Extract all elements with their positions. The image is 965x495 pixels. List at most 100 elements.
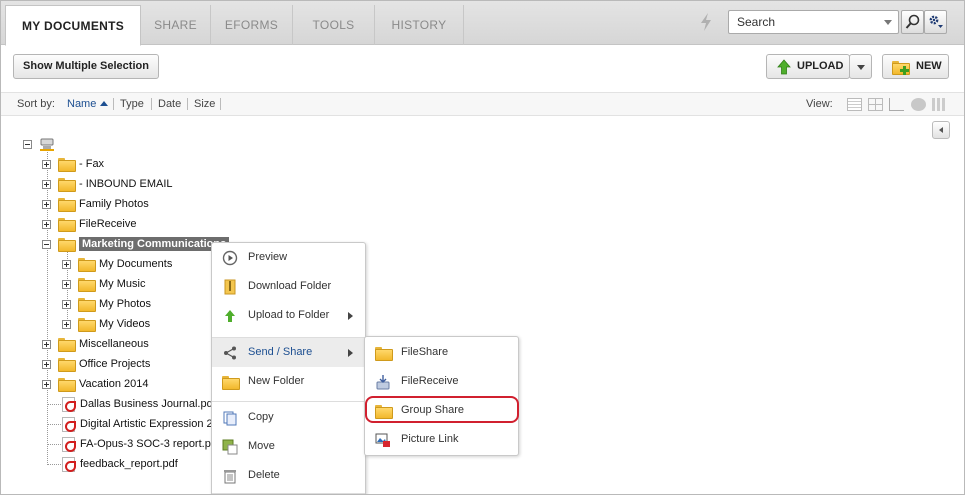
tree-item-family-photos[interactable]: Family Photos bbox=[42, 194, 149, 214]
tree-item-my-photos[interactable]: My Photos bbox=[62, 294, 151, 314]
sort-by-label: Sort by: bbox=[17, 98, 55, 110]
pie-view-icon[interactable] bbox=[911, 98, 926, 111]
menu-item-preview[interactable]: Preview bbox=[212, 243, 365, 272]
expand-toggle[interactable] bbox=[42, 159, 51, 169]
chevron-down-icon[interactable] bbox=[884, 20, 892, 25]
menu-item-label: Move bbox=[248, 440, 275, 452]
upload-dropdown-button[interactable] bbox=[849, 54, 872, 79]
menu-item-label: Send / Share bbox=[248, 346, 313, 358]
pdf-icon bbox=[62, 396, 76, 412]
folder-icon bbox=[78, 318, 96, 332]
tree-item-file[interactable]: Digital Artistic Expression 2 bbox=[62, 414, 230, 434]
expand-toggle[interactable] bbox=[62, 279, 71, 289]
divider bbox=[187, 98, 188, 110]
file-label: feedback_report.pdf bbox=[80, 458, 178, 470]
search-button[interactable] bbox=[901, 10, 924, 34]
menu-item-label: Picture Link bbox=[401, 433, 459, 445]
tree-item-file[interactable]: feedback_report.pdf bbox=[62, 454, 178, 474]
expand-toggle[interactable] bbox=[42, 359, 51, 369]
chevron-down-icon bbox=[857, 65, 865, 70]
tree-root[interactable] bbox=[23, 134, 55, 154]
folder-label: My Documents bbox=[99, 258, 173, 270]
sort-type[interactable]: Type bbox=[120, 98, 144, 110]
menu-item-download-folder[interactable]: Download Folder bbox=[212, 272, 365, 301]
chevron-right-icon bbox=[348, 312, 353, 320]
sort-size[interactable]: Size bbox=[194, 98, 215, 110]
folder-label: Office Projects bbox=[79, 358, 151, 370]
folder-label-selected: Marketing Communications bbox=[79, 237, 229, 251]
submenu-item-filereceive[interactable]: FileReceive bbox=[365, 367, 518, 396]
sort-date[interactable]: Date bbox=[158, 98, 181, 110]
expand-toggle[interactable] bbox=[42, 219, 51, 229]
pdf-icon bbox=[62, 456, 76, 472]
move-icon bbox=[222, 439, 238, 455]
menu-item-new-folder[interactable]: New Folder bbox=[212, 367, 365, 396]
submenu-item-fileshare[interactable]: FileShare bbox=[365, 338, 518, 367]
expand-toggle[interactable] bbox=[42, 379, 51, 389]
menu-item-send-share[interactable]: Send / Share bbox=[212, 338, 365, 367]
tab-tools[interactable]: TOOLS bbox=[293, 5, 375, 45]
tree-item-my-documents[interactable]: My Documents bbox=[62, 254, 172, 274]
tab-history[interactable]: HISTORY bbox=[375, 5, 464, 45]
menu-item-move[interactable]: Move bbox=[212, 432, 365, 461]
expand-toggle[interactable] bbox=[42, 199, 51, 209]
upload-button[interactable]: UPLOAD bbox=[766, 54, 850, 79]
expand-toggle[interactable] bbox=[42, 339, 51, 349]
tab-my-documents[interactable]: MY DOCUMENTS bbox=[5, 5, 141, 46]
expand-toggle[interactable] bbox=[62, 299, 71, 309]
tree-item-file[interactable]: FA-Opus-3 SOC-3 report.pdf bbox=[62, 434, 230, 454]
show-multiple-selection-button[interactable]: Show Multiple Selection bbox=[13, 54, 159, 79]
menu-item-copy[interactable]: Copy bbox=[212, 403, 365, 432]
folder-icon bbox=[78, 298, 96, 312]
tree-item-file[interactable]: Dallas Business Journal.pdf bbox=[62, 394, 230, 414]
tree-item-filereceive[interactable]: FileReceive bbox=[42, 214, 136, 234]
new-button[interactable]: NEW bbox=[882, 54, 949, 79]
tree-item-marketing-communications[interactable]: Marketing Communications bbox=[42, 234, 229, 254]
bar-chart-view-icon[interactable] bbox=[932, 98, 947, 111]
menu-divider bbox=[212, 493, 365, 494]
tab-eforms[interactable]: EFORMS bbox=[211, 5, 293, 45]
menu-item-label: Delete bbox=[248, 469, 280, 481]
context-menu: Preview Download Folder Upload to Folder… bbox=[211, 242, 366, 494]
tree-item-vacation-2014[interactable]: Vacation 2014 bbox=[42, 374, 149, 394]
tree-view-icon[interactable] bbox=[889, 98, 904, 111]
tree-item-miscellaneous[interactable]: Miscellaneous bbox=[42, 334, 149, 354]
folder-label: My Videos bbox=[99, 318, 151, 330]
highlight-annotation bbox=[365, 396, 519, 423]
tree-item-my-music[interactable]: My Music bbox=[62, 274, 145, 294]
expand-toggle[interactable] bbox=[42, 179, 51, 189]
folder-label: Miscellaneous bbox=[79, 338, 149, 350]
list-view-icon[interactable] bbox=[847, 98, 862, 111]
sort-ascending-icon bbox=[100, 101, 108, 106]
open-folder-icon bbox=[58, 238, 76, 252]
menu-item-upload-to-folder[interactable]: Upload to Folder bbox=[212, 301, 365, 330]
menu-item-label: Upload to Folder bbox=[248, 309, 330, 321]
tree-item-office-projects[interactable]: Office Projects bbox=[42, 354, 150, 374]
pdf-icon bbox=[62, 416, 76, 432]
tree-item-my-videos[interactable]: My Videos bbox=[62, 314, 150, 334]
lightning-icon[interactable] bbox=[699, 13, 713, 31]
submenu-item-picture-link[interactable]: Picture Link bbox=[365, 425, 518, 454]
menu-item-label: FileShare bbox=[401, 346, 449, 358]
tree-line bbox=[48, 424, 61, 425]
tree-item-inbound-email[interactable]: - INBOUND EMAIL bbox=[42, 174, 173, 194]
expand-toggle[interactable] bbox=[62, 259, 71, 269]
folder-icon bbox=[58, 338, 76, 352]
search-select[interactable]: Search bbox=[728, 10, 899, 34]
divider bbox=[151, 98, 152, 110]
folder-label: Family Photos bbox=[79, 198, 149, 210]
sort-name[interactable]: Name bbox=[67, 98, 96, 110]
tab-share[interactable]: SHARE bbox=[141, 5, 211, 45]
collapse-toggle[interactable] bbox=[23, 139, 32, 149]
expand-toggle[interactable] bbox=[62, 319, 71, 329]
collapse-toggle[interactable] bbox=[42, 239, 51, 249]
search-settings-button[interactable] bbox=[924, 10, 947, 34]
collapse-panel-button[interactable] bbox=[932, 121, 950, 139]
search-icon bbox=[905, 14, 920, 29]
drive-icon bbox=[40, 138, 54, 151]
menu-item-delete[interactable]: Delete bbox=[212, 461, 365, 490]
folder-label: My Photos bbox=[99, 298, 151, 310]
tree-line bbox=[48, 404, 61, 405]
grid-view-icon[interactable] bbox=[868, 98, 883, 111]
tree-item-fax[interactable]: - Fax bbox=[42, 154, 104, 174]
